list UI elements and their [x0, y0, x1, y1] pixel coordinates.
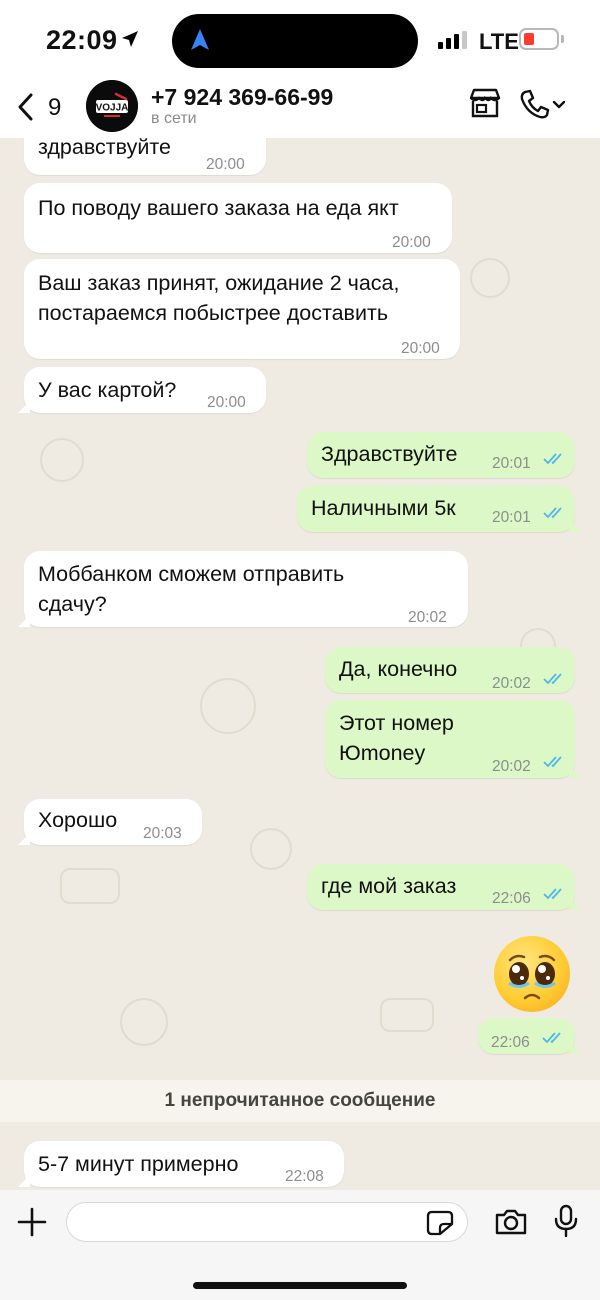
microphone-icon[interactable]: [554, 1204, 578, 1238]
message-outgoing[interactable]: Да, конечно 20:02: [325, 647, 575, 693]
message-time: 20:03: [143, 825, 182, 842]
message-text: Моббанком сможем отправить: [38, 562, 345, 586]
message-incoming[interactable]: По поводу вашего заказа на еда якт 20:00: [24, 183, 452, 253]
message-incoming[interactable]: здравствуйте 20:00: [24, 138, 266, 175]
read-ticks-icon: [542, 1032, 561, 1044]
bubble-tail: [569, 898, 581, 910]
message-text: Хорошо: [38, 808, 118, 832]
message-text: 5-7 минут примерно: [38, 1152, 239, 1176]
read-ticks-icon: [543, 888, 562, 900]
message-incoming[interactable]: Моббанком сможем отправить сдачу? 20:02: [18, 551, 468, 627]
vojja-logo: VOJJA: [86, 80, 138, 132]
battery-cap: [561, 35, 564, 43]
message-time: 20:00: [392, 234, 431, 251]
message-text: Юmoney: [339, 741, 426, 765]
message-outgoing[interactable]: Здравствуйте 20:01: [307, 432, 575, 478]
message-text: Да, конечно: [339, 657, 458, 681]
message-time: 20:01: [492, 455, 531, 472]
message-time: 22:08: [285, 1168, 324, 1185]
dynamic-island: [172, 14, 418, 68]
message-text: Этот номер: [339, 711, 454, 735]
message-time: 20:01: [492, 509, 531, 526]
read-ticks-icon: [543, 756, 562, 768]
read-ticks-icon: [543, 507, 562, 519]
message-incoming[interactable]: 5-7 минут примерно 22:08: [18, 1141, 344, 1187]
message-outgoing[interactable]: где мой заказ 22:06: [307, 864, 581, 910]
bubble-tail: [18, 833, 30, 845]
status-bar: 22:09 LTE: [0, 0, 600, 82]
message-text: сдачу?: [38, 592, 107, 616]
message-outgoing[interactable]: Этот номер Юmoney 20:02: [325, 700, 581, 778]
wallpaper-doodle: [380, 998, 434, 1032]
message-time: 20:02: [492, 675, 531, 692]
contact-status: в сети: [151, 110, 197, 127]
message-text: По поводу вашего заказа на еда якт: [38, 196, 399, 220]
message-text: где мой заказ: [321, 874, 457, 898]
message-time: 20:00: [206, 156, 245, 173]
wallpaper-doodle: [200, 678, 256, 734]
status-time: 22:09: [46, 25, 118, 55]
bubble-tail: [18, 1175, 30, 1187]
wallpaper-doodle: [40, 438, 84, 482]
message-outgoing[interactable]: Наличными 5к 20:01: [297, 486, 581, 532]
bubble-tail: [18, 615, 30, 627]
message-time: 22:06: [492, 890, 531, 907]
message-text: постараемся побыстрее доставить: [38, 301, 389, 325]
camera-icon[interactable]: [494, 1208, 528, 1236]
read-ticks-icon: [543, 453, 562, 465]
message-time: 20:02: [492, 758, 531, 775]
message-time: 20:02: [408, 609, 447, 626]
message-outgoing[interactable]: 22:06: [478, 1018, 581, 1054]
bubble-tail: [569, 766, 581, 778]
message-text: Ваш заказ принят, ожидание 2 часа,: [38, 271, 400, 295]
pleading-face-emoji[interactable]: [494, 936, 570, 1012]
home-indicator[interactable]: [193, 1282, 407, 1289]
store-icon[interactable]: [468, 87, 502, 119]
bubble-tail: [569, 1042, 581, 1054]
back-button[interactable]: 9: [16, 90, 66, 124]
location-arrow-icon: [122, 31, 138, 47]
message-text: У вас картой?: [38, 378, 177, 402]
message-text: здравствуйте: [38, 138, 171, 159]
bubble-tail: [569, 520, 581, 532]
bubble-tail: [18, 401, 30, 413]
message-time: 20:00: [207, 394, 246, 411]
message-incoming[interactable]: Хорошо 20:03: [18, 799, 202, 845]
svg-text:VOJJA: VOJJA: [96, 103, 129, 114]
phone-icon: [520, 89, 566, 119]
wallpaper-doodle: [470, 258, 510, 298]
message-composer: [0, 1190, 600, 1300]
message-incoming[interactable]: Ваш заказ принят, ожидание 2 часа, поста…: [24, 259, 460, 359]
message-text: Здравствуйте: [321, 442, 458, 466]
battery-level: [524, 33, 534, 45]
message-time: 22:06: [491, 1034, 530, 1051]
signal-strength-icon: [438, 31, 467, 49]
battery-icon: [519, 28, 559, 50]
sticker-icon[interactable]: [426, 1210, 454, 1236]
contact-name[interactable]: +7 924 369-66-99: [151, 84, 333, 111]
chevron-left-icon: [18, 93, 33, 121]
unread-messages-banner: 1 непрочитанное сообщение: [0, 1080, 600, 1122]
chat-header: 9 VOJJA +7 924 369-66-99 в сети: [0, 80, 600, 138]
call-button[interactable]: [519, 88, 566, 125]
pleading-face-icon: [508, 954, 556, 1000]
chat-area[interactable]: здравствуйте 20:00 По поводу вашего зака…: [0, 138, 600, 1190]
message-input[interactable]: [66, 1202, 468, 1242]
message-text: Наличными 5к: [311, 496, 456, 520]
read-ticks-icon: [543, 673, 562, 685]
plus-icon[interactable]: [16, 1206, 48, 1238]
wallpaper-doodle: [250, 828, 292, 870]
navigation-arrow-icon: [191, 29, 209, 50]
message-time: 20:00: [401, 340, 440, 357]
network-type: LTE: [479, 29, 519, 54]
message-incoming[interactable]: У вас картой? 20:00: [18, 367, 266, 413]
wallpaper-doodle: [60, 868, 120, 904]
unread-chats-count: 9: [48, 94, 62, 121]
wallpaper-doodle: [120, 998, 168, 1046]
avatar[interactable]: VOJJA: [86, 80, 138, 132]
